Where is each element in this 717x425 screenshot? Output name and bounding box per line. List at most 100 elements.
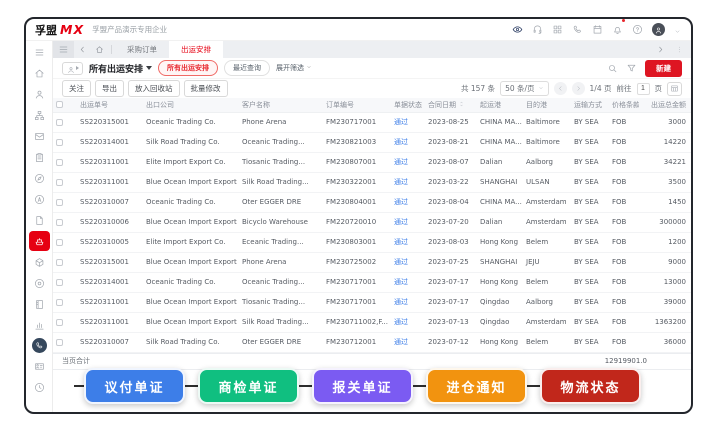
row-checkbox[interactable]: [56, 119, 63, 126]
next-page-button[interactable]: [572, 82, 585, 95]
back-chevron-icon[interactable]: [74, 41, 91, 58]
batch-edit-button[interactable]: 批量修改: [184, 80, 228, 97]
notifications-bell-icon[interactable]: [612, 20, 623, 39]
table-row[interactable]: SS220315001 Oceanic Trading Co. Phone Ar…: [53, 112, 693, 132]
sidebar-item-documents[interactable]: [29, 210, 50, 230]
prev-page-button[interactable]: [554, 82, 567, 95]
apps-grid-icon[interactable]: [552, 20, 563, 39]
col-price-terms[interactable]: 价格条款: [609, 98, 639, 112]
row-checkbox[interactable]: [56, 299, 63, 306]
row-checkbox[interactable]: [56, 179, 63, 186]
eye-icon[interactable]: [512, 20, 523, 39]
sidebar-item-products[interactable]: [29, 252, 50, 272]
new-button[interactable]: 新建: [645, 60, 682, 77]
flow-button-3[interactable]: 报关单证: [312, 368, 413, 404]
sidebar-toggle-icon[interactable]: [53, 41, 74, 58]
col-creator[interactable]: 创建人: [689, 98, 693, 112]
avatar[interactable]: [652, 23, 665, 36]
headset-icon[interactable]: [532, 20, 543, 39]
flow-button-1[interactable]: 议付单证: [84, 368, 185, 404]
col-origin-port[interactable]: 起运港: [477, 98, 523, 112]
recycle-bin-button[interactable]: 放入回收站: [128, 80, 180, 97]
row-checkbox[interactable]: [56, 239, 63, 246]
sidebar-item-assistant[interactable]: [29, 189, 50, 209]
row-checkbox[interactable]: [56, 159, 63, 166]
column-settings-icon[interactable]: [667, 82, 682, 96]
expand-filters[interactable]: 展开筛选: [276, 63, 312, 73]
tab-purchase-order[interactable]: 采购订单: [115, 41, 169, 58]
sidebar-item-home[interactable]: [29, 63, 50, 83]
help-icon[interactable]: [632, 20, 643, 39]
table-row[interactable]: SS220310007 Silk Road Trading Co. Oter E…: [53, 332, 693, 352]
sidebar-item-contacts[interactable]: [29, 84, 50, 104]
cell-status-link[interactable]: 通过: [391, 312, 425, 332]
cell-status-link[interactable]: 通过: [391, 192, 425, 212]
table-row[interactable]: SS220310006 Blue Ocean Import Export Co.…: [53, 212, 693, 232]
sidebar-item-discover[interactable]: [29, 168, 50, 188]
tabs-scroll-right-icon[interactable]: [652, 41, 669, 58]
sidebar-item-collapse-menu[interactable]: [29, 42, 50, 62]
view-switcher-icon[interactable]: [62, 62, 83, 75]
cell-status-link[interactable]: 通过: [391, 112, 425, 132]
row-checkbox[interactable]: [56, 279, 63, 286]
sidebar-item-shipping[interactable]: [29, 231, 50, 251]
cell-status-link[interactable]: 通过: [391, 132, 425, 152]
cell-status-link[interactable]: 通过: [391, 272, 425, 292]
col-transport[interactable]: 运输方式: [571, 98, 609, 112]
sidebar-item-id-card[interactable]: [29, 356, 50, 376]
filter-funnel-icon[interactable]: [626, 59, 637, 78]
table-row[interactable]: SS220310005 Elite Import Export Co. Ecea…: [53, 232, 693, 252]
col-total-amount[interactable]: 出运总金额: [639, 98, 689, 112]
cell-status-link[interactable]: 通过: [391, 232, 425, 252]
cell-status-link[interactable]: 通过: [391, 332, 425, 352]
col-order-no[interactable]: 订单编号: [323, 98, 391, 112]
filter-pill-all-shipments[interactable]: 所有出运安排: [158, 60, 218, 76]
cell-status-link[interactable]: 通过: [391, 252, 425, 272]
flow-button-4[interactable]: 进仓通知: [426, 368, 527, 404]
cell-status-link[interactable]: 通过: [391, 172, 425, 192]
sidebar-item-support-phone[interactable]: [32, 338, 47, 353]
table-row[interactable]: SS220311001 Blue Ocean Import Export Co.…: [53, 292, 693, 312]
col-dest-port[interactable]: 目的港: [523, 98, 571, 112]
follow-button[interactable]: 关注: [62, 80, 91, 97]
tab-shipping-arrangement[interactable]: 出运安排: [169, 41, 223, 58]
account-chevron-down-icon[interactable]: [674, 20, 681, 39]
row-checkbox[interactable]: [56, 219, 63, 226]
flow-button-2[interactable]: 商检单证: [198, 368, 299, 404]
sidebar-item-reports[interactable]: [29, 315, 50, 335]
col-ship-no[interactable]: 出运单号: [77, 98, 143, 112]
table-row[interactable]: SS220315001 Blue Ocean Import Export Co.…: [53, 252, 693, 272]
sidebar-item-approvals[interactable]: [29, 147, 50, 167]
list-view-title[interactable]: 所有出运安排: [89, 62, 152, 75]
sidebar-item-help[interactable]: [29, 377, 50, 397]
search-icon[interactable]: [607, 59, 618, 78]
sidebar-item-messages[interactable]: [29, 126, 50, 146]
row-checkbox[interactable]: [56, 139, 63, 146]
sidebar-item-organization[interactable]: [29, 105, 50, 125]
table-row[interactable]: SS220314001 Oceanic Trading Co. Oceanic …: [53, 272, 693, 292]
home-tab-icon[interactable]: [91, 41, 108, 58]
row-checkbox[interactable]: [56, 259, 63, 266]
cell-status-link[interactable]: 通过: [391, 212, 425, 232]
goto-page-input[interactable]: [637, 83, 650, 95]
table-row[interactable]: SS220311001 Blue Ocean Import Export Co.…: [53, 172, 693, 192]
tabs-more-icon[interactable]: [671, 41, 688, 58]
row-checkbox[interactable]: [56, 339, 63, 346]
sidebar-item-records[interactable]: [29, 273, 50, 293]
table-row[interactable]: SS220310007 Oceanic Trading Co. Oter EGG…: [53, 192, 693, 212]
col-exporter[interactable]: 出口公司: [143, 98, 239, 112]
sidebar-item-ledger[interactable]: [29, 294, 50, 314]
export-button[interactable]: 导出: [95, 80, 124, 97]
filter-pill-recent-query[interactable]: 最近查询: [224, 60, 270, 76]
calendar-icon[interactable]: [592, 20, 603, 39]
phone-icon[interactable]: [572, 20, 583, 39]
cell-status-link[interactable]: 通过: [391, 152, 425, 172]
table-row[interactable]: SS220311001 Elite Import Export Co. Tios…: [53, 152, 693, 172]
row-checkbox[interactable]: [56, 199, 63, 206]
page-size-select[interactable]: 50 条/页: [500, 81, 548, 96]
col-customer[interactable]: 客户名称: [239, 98, 323, 112]
table-row[interactable]: SS220311001 Blue Ocean Import Export Co.…: [53, 312, 693, 332]
select-all-checkbox[interactable]: [56, 101, 63, 108]
table-row[interactable]: SS220314001 Silk Road Trading Co. Oceani…: [53, 132, 693, 152]
col-contract-date[interactable]: 合同日期: [425, 98, 477, 112]
